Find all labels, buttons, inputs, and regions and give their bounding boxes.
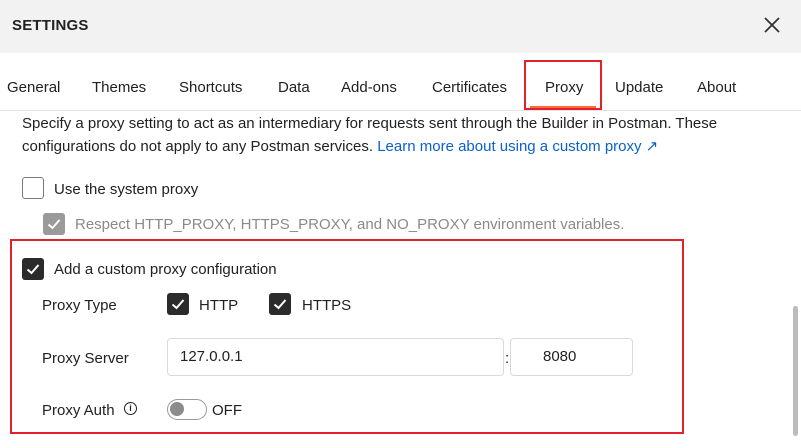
proxy-port-input[interactable]: 8080	[510, 338, 633, 376]
tab-data[interactable]: Data	[278, 79, 310, 96]
learn-more-link[interactable]: Learn more about using a custom proxy ↗	[377, 138, 658, 155]
scrollbar[interactable]	[793, 306, 798, 436]
tab-general[interactable]: General	[7, 79, 60, 96]
https-label: HTTPS	[302, 297, 352, 314]
close-icon[interactable]	[760, 13, 784, 37]
tab-update[interactable]: Update	[615, 79, 663, 96]
proxy-host-input[interactable]: 127.0.0.1	[167, 338, 504, 376]
tab-certificates[interactable]: Certificates	[432, 79, 507, 96]
tab-about[interactable]: About	[697, 79, 736, 96]
custom-proxy-checkbox[interactable]	[22, 258, 44, 280]
toggle-knob	[170, 402, 184, 416]
proxy-server-label: Proxy Server	[42, 350, 129, 367]
host-port-separator: :	[505, 350, 510, 367]
https-checkbox[interactable]	[269, 293, 291, 315]
respect-env-label: Respect HTTP_PROXY, HTTPS_PROXY, and NO_…	[75, 216, 625, 233]
info-icon[interactable]: i	[124, 402, 137, 415]
tab-shortcuts[interactable]: Shortcuts	[179, 79, 242, 96]
system-proxy-checkbox[interactable]	[22, 177, 44, 199]
proxy-description: Specify a proxy setting to act as an int…	[22, 112, 782, 158]
custom-proxy-label: Add a custom proxy configuration	[54, 261, 277, 278]
http-checkbox[interactable]	[167, 293, 189, 315]
proxy-tab-highlight-box	[524, 60, 602, 110]
description-line-1: Specify a proxy setting to act as an int…	[22, 115, 718, 132]
settings-header: SETTINGS	[0, 0, 801, 53]
settings-title: SETTINGS	[12, 17, 89, 34]
respect-env-checkbox	[43, 213, 65, 235]
settings-tabs: General Themes Shortcuts Data Add-ons Ce…	[0, 53, 801, 111]
proxy-auth-toggle[interactable]	[167, 399, 207, 420]
proxy-auth-label: Proxy Auth	[42, 402, 115, 419]
proxy-auth-state: OFF	[212, 402, 242, 419]
proxy-type-label: Proxy Type	[42, 297, 117, 314]
http-label: HTTP	[199, 297, 239, 314]
system-proxy-label: Use the system proxy	[54, 181, 199, 198]
tab-add-ons[interactable]: Add-ons	[341, 79, 397, 96]
tab-themes[interactable]: Themes	[92, 79, 146, 96]
description-line-2: configurations do not apply to any Postm…	[22, 138, 374, 155]
